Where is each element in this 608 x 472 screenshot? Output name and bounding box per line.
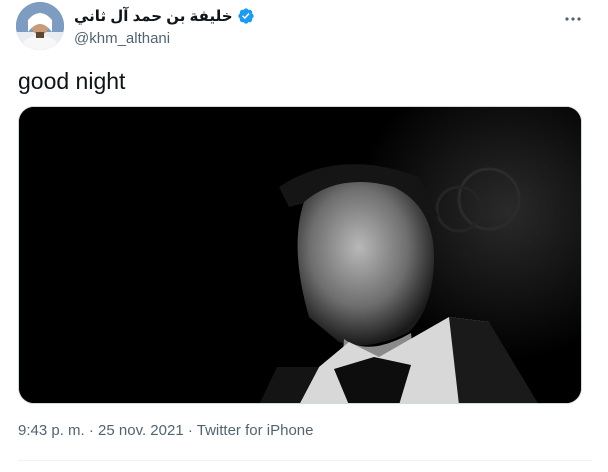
tweet-source[interactable]: Twitter for iPhone xyxy=(197,422,314,439)
name-row: خليفة بن حمد آل ثاني xyxy=(74,6,255,26)
tweet-card: خليفة بن حمد آل ثاني @khm_althani good n… xyxy=(0,0,608,472)
media-photo xyxy=(19,107,581,403)
verified-badge-icon xyxy=(237,7,255,25)
avatar[interactable] xyxy=(16,2,64,50)
tweet-media[interactable] xyxy=(18,106,582,404)
tweet-meta: 9:43 p. m. · 25 nov. 2021 · Twitter for … xyxy=(18,422,313,439)
handle[interactable]: @khm_althani xyxy=(74,30,255,47)
avatar-image xyxy=(16,2,64,50)
meta-separator: · xyxy=(84,422,99,439)
author-info: خليفة بن حمد آل ثاني @khm_althani xyxy=(74,6,255,47)
more-dots-icon[interactable] xyxy=(562,8,584,30)
tweet-date[interactable]: 25 nov. 2021 xyxy=(98,422,184,439)
tweet-time[interactable]: 9:43 p. m. xyxy=(18,422,85,439)
tweet-text: good night xyxy=(18,68,126,94)
divider xyxy=(18,460,592,461)
meta-separator: · xyxy=(183,422,197,439)
display-name[interactable]: خليفة بن حمد آل ثاني xyxy=(74,7,233,25)
